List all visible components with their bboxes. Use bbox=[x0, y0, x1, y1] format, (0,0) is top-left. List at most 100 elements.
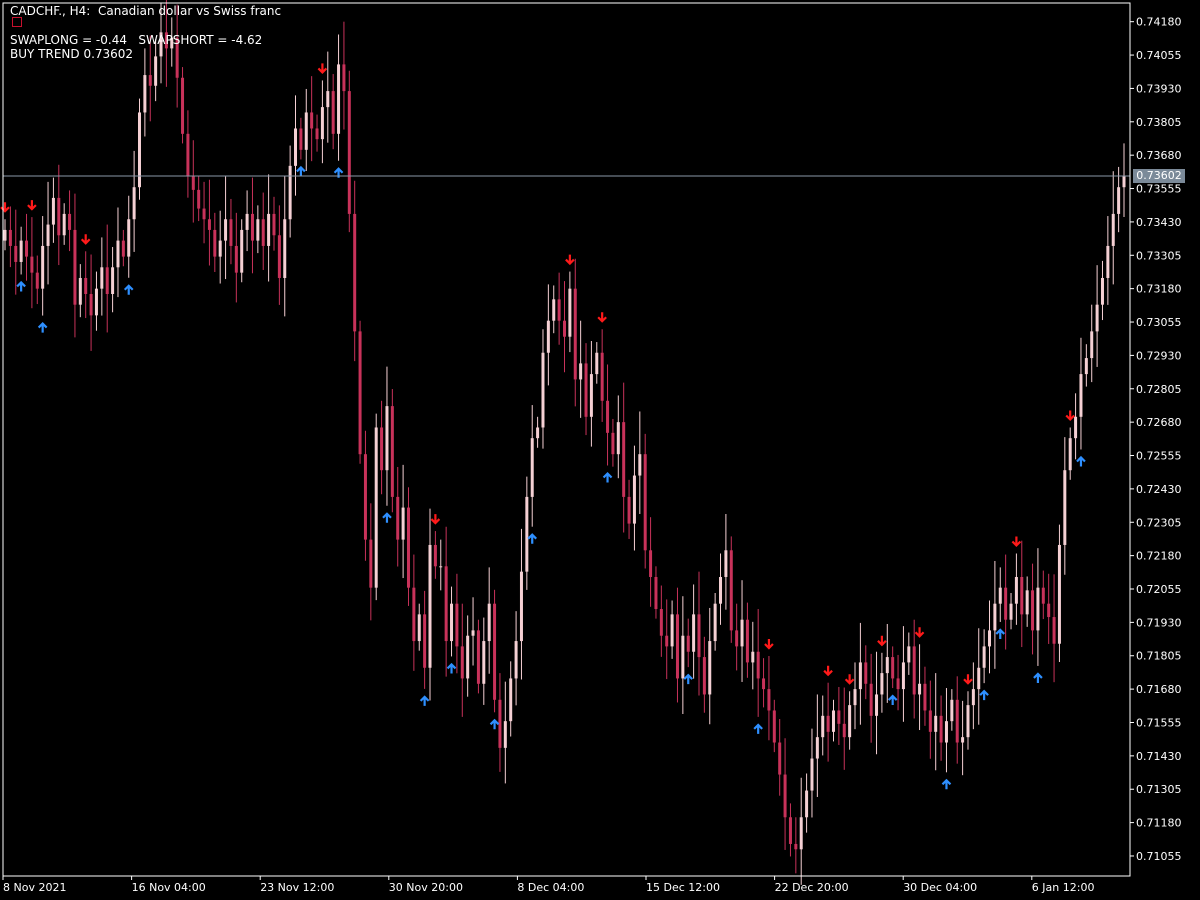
candle-body bbox=[320, 107, 324, 140]
buy-arrow-icon bbox=[296, 165, 306, 177]
candle-body bbox=[396, 496, 400, 540]
y-tick-label: 0.73305 bbox=[1136, 249, 1182, 262]
candle-body bbox=[810, 758, 814, 791]
candle bbox=[944, 688, 948, 773]
y-tick-label: 0.71805 bbox=[1136, 650, 1182, 663]
candle-body bbox=[89, 294, 93, 316]
candle-body bbox=[1111, 213, 1115, 246]
buy-arrow-icon bbox=[941, 778, 952, 790]
candle-body bbox=[143, 75, 147, 113]
candle-body bbox=[993, 603, 997, 631]
candle bbox=[595, 342, 599, 384]
candle bbox=[57, 164, 61, 266]
candle bbox=[993, 560, 997, 669]
candle-body bbox=[1068, 438, 1072, 471]
candle bbox=[428, 508, 432, 701]
x-tick-label: 30 Dec 04:00 bbox=[903, 881, 977, 894]
candle bbox=[848, 691, 852, 750]
candle bbox=[105, 224, 109, 333]
candle-body bbox=[127, 219, 131, 257]
candle bbox=[692, 584, 696, 679]
candle bbox=[681, 596, 685, 715]
candle-body bbox=[433, 544, 437, 567]
candle bbox=[1041, 570, 1045, 620]
candle bbox=[686, 618, 690, 668]
candle-body bbox=[632, 475, 636, 524]
candle bbox=[864, 645, 868, 700]
candle-body bbox=[471, 630, 475, 636]
y-tick-label: 0.71555 bbox=[1136, 716, 1182, 729]
y-tick-label: 0.72180 bbox=[1136, 550, 1182, 563]
candle-body bbox=[627, 496, 631, 524]
candle-body bbox=[57, 197, 61, 236]
y-tick-label: 0.73930 bbox=[1136, 82, 1182, 95]
candle bbox=[250, 177, 254, 274]
candle-body bbox=[724, 550, 728, 577]
y-tick-label: 0.72055 bbox=[1136, 583, 1182, 596]
y-tick-label: 0.71055 bbox=[1136, 850, 1182, 863]
candle bbox=[923, 666, 927, 726]
indicator-square-icon bbox=[12, 17, 22, 27]
sell-arrow-icon bbox=[80, 234, 91, 245]
candle-body bbox=[1106, 245, 1110, 278]
candle bbox=[1079, 337, 1083, 450]
candle-body bbox=[455, 603, 459, 647]
candle-body bbox=[41, 245, 45, 289]
candle bbox=[971, 662, 975, 730]
candle-body bbox=[353, 213, 357, 332]
candle-body bbox=[1090, 331, 1094, 359]
candle-body bbox=[191, 176, 195, 190]
y-tick-label: 0.73555 bbox=[1136, 183, 1182, 196]
candle-body bbox=[961, 737, 965, 743]
candle bbox=[961, 700, 965, 776]
candle bbox=[143, 48, 147, 137]
candle-body bbox=[928, 710, 932, 732]
candle-body bbox=[837, 710, 841, 724]
candle bbox=[46, 181, 50, 285]
candle-body bbox=[848, 705, 852, 738]
y-tick-label: 0.71305 bbox=[1136, 783, 1182, 796]
price-chart[interactable]: 0.74180 0.74055 0.73930 0.73805 0.73680 0.735… bbox=[0, 0, 1200, 900]
candle bbox=[272, 196, 276, 251]
candle-body bbox=[842, 723, 846, 738]
candle-body bbox=[406, 507, 410, 588]
candle-body bbox=[116, 240, 120, 268]
candle bbox=[563, 281, 566, 373]
candle-body bbox=[390, 406, 394, 497]
candle-body bbox=[385, 406, 389, 471]
sell-arrow-icon bbox=[0, 202, 10, 213]
candle bbox=[503, 681, 507, 784]
candle-body bbox=[30, 256, 34, 273]
candle-body bbox=[616, 422, 620, 455]
candle bbox=[853, 662, 857, 730]
x-tick-label: 8 Nov 2021 bbox=[3, 881, 66, 894]
y-tick-label: 0.71930 bbox=[1136, 616, 1182, 629]
candle-body bbox=[1041, 587, 1045, 604]
candle-body bbox=[912, 646, 916, 695]
candle-body bbox=[794, 843, 798, 850]
candle-body bbox=[154, 56, 158, 86]
candle-body bbox=[729, 550, 733, 631]
buy-arrow-icon bbox=[753, 723, 763, 734]
candle-body bbox=[132, 187, 136, 220]
candle-body bbox=[530, 438, 534, 497]
candle bbox=[116, 207, 120, 298]
candle bbox=[1106, 216, 1110, 305]
candle-body bbox=[100, 267, 104, 289]
candle-body bbox=[622, 422, 626, 497]
candle bbox=[627, 479, 631, 539]
candle-body bbox=[224, 219, 228, 241]
y-tick-label: 0.72430 bbox=[1136, 483, 1182, 496]
candle-body bbox=[94, 288, 98, 316]
y-tick-label: 0.72305 bbox=[1136, 516, 1182, 529]
candle bbox=[557, 272, 561, 345]
candle bbox=[197, 175, 201, 222]
candle bbox=[1095, 265, 1099, 367]
candle bbox=[611, 418, 615, 467]
candle bbox=[918, 644, 922, 731]
candle bbox=[304, 88, 308, 171]
y-tick-label: 0.71680 bbox=[1136, 683, 1182, 696]
candle bbox=[1074, 393, 1078, 460]
candle bbox=[240, 219, 244, 283]
candle-body bbox=[552, 299, 556, 321]
